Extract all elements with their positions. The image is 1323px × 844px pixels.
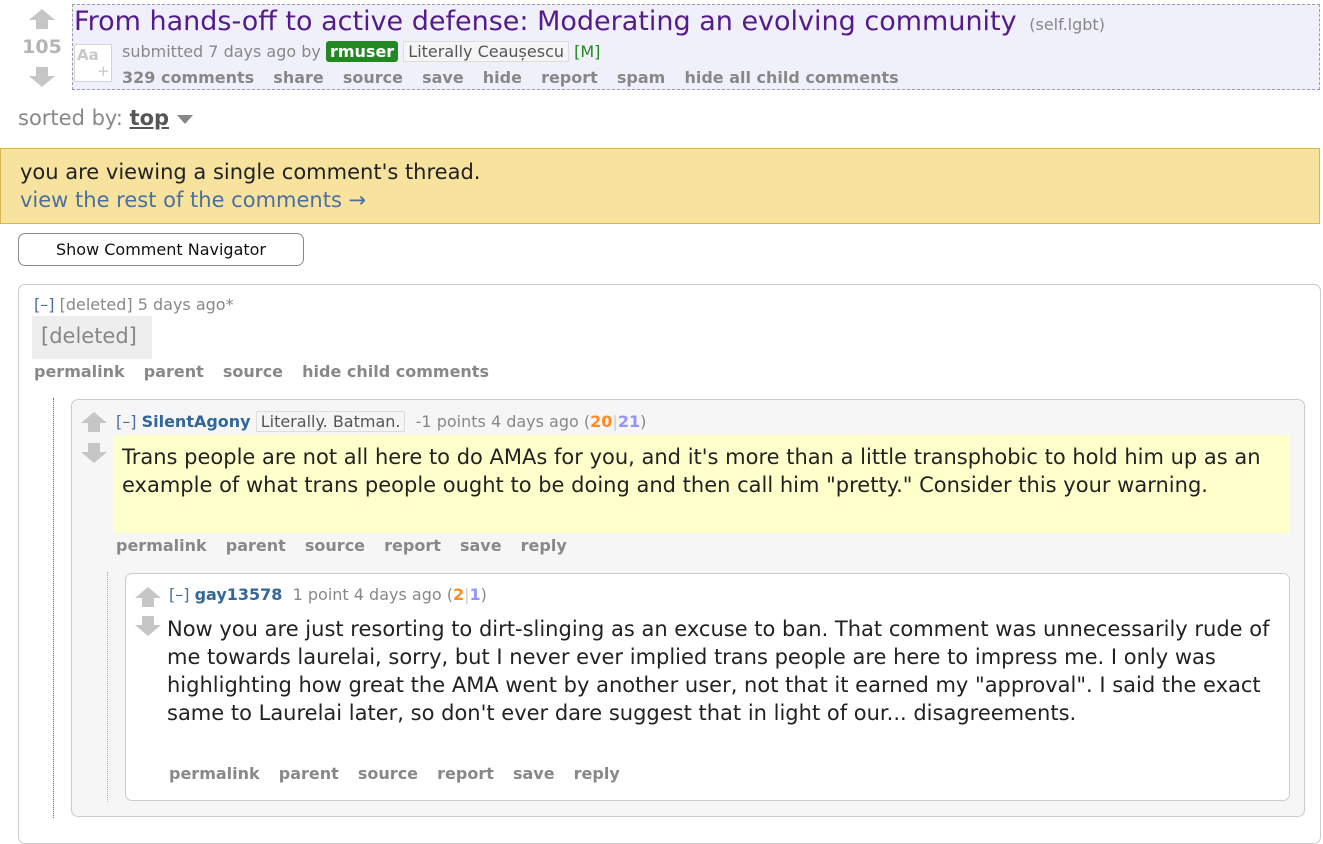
sort-label: sorted by: xyxy=(18,106,123,130)
single-thread-notice: you are viewing a single comment's threa… xyxy=(0,148,1320,224)
comment-body: [deleted] xyxy=(32,316,152,359)
comment-tagline: [–] [deleted] 5 days ago* xyxy=(34,295,234,314)
thread-guide-line[interactable] xyxy=(53,398,54,818)
collapse-toggle[interactable]: [–] xyxy=(34,295,54,314)
notice-text: you are viewing a single comment's threa… xyxy=(20,160,481,184)
downvote-arrow-icon[interactable] xyxy=(134,615,162,637)
share-link[interactable]: share xyxy=(273,68,323,87)
post-downvote-icon[interactable] xyxy=(28,66,56,88)
post-title-link[interactable]: From hands-off to active defense: Modera… xyxy=(74,6,1017,37)
save-link[interactable]: save xyxy=(422,68,464,87)
post-buttons: 329 comments share source save hide repo… xyxy=(122,68,913,87)
moderator-marker: [M] xyxy=(574,42,601,61)
show-comment-navigator-button[interactable]: Show Comment Navigator xyxy=(18,233,304,266)
downvote-arrow-icon[interactable] xyxy=(80,442,108,464)
comment-time: 5 days ago* xyxy=(137,295,234,314)
comment-points: 1 point xyxy=(292,585,349,604)
permalink-link[interactable]: permalink xyxy=(34,362,125,381)
expand-plus-icon: + xyxy=(97,62,110,80)
comment-author-link[interactable]: gay13578 xyxy=(195,585,283,604)
comment-body: Now you are just resorting to dirt-sling… xyxy=(167,617,1270,725)
self-post-thumbnail[interactable]: Aa + xyxy=(74,44,112,82)
comment-tagline: [–] SilentAgony Literally. Batman. -1 po… xyxy=(116,411,647,432)
report-link[interactable]: report xyxy=(541,68,598,87)
view-rest-link[interactable]: view the rest of the comments → xyxy=(20,188,366,212)
upvote-count: 2 xyxy=(453,585,465,604)
post-author-link[interactable]: rmuser xyxy=(325,41,399,62)
comment-buttons: permalink parent source report save repl… xyxy=(116,536,581,555)
comment-author-link[interactable]: SilentAgony xyxy=(142,412,251,431)
post-upvote-icon[interactable] xyxy=(28,8,56,30)
thread-guide-line[interactable] xyxy=(107,572,108,802)
upvote-count: 20 xyxy=(590,412,613,431)
comment-time: 4 days ago xyxy=(490,412,579,431)
reply-link[interactable]: reply xyxy=(521,536,567,555)
save-link[interactable]: save xyxy=(460,536,502,555)
upvote-arrow-icon[interactable] xyxy=(80,411,108,433)
post-score: 105 xyxy=(22,36,62,58)
downvote-count: 1 xyxy=(469,585,481,604)
sort-bar: sorted by: top xyxy=(18,106,194,130)
source-link[interactable]: source xyxy=(358,764,418,783)
author-flair: Literally. Batman. xyxy=(255,411,406,432)
upvote-arrow-icon[interactable] xyxy=(134,586,162,608)
vote-breakdown: (2|1) xyxy=(446,585,487,604)
hide-all-child-comments-link[interactable]: hide all child comments xyxy=(684,68,898,87)
collapse-toggle[interactable]: [–] xyxy=(169,585,189,604)
source-link[interactable]: source xyxy=(305,536,365,555)
report-link[interactable]: report xyxy=(437,764,494,783)
downvote-count: 21 xyxy=(617,412,641,431)
sort-dropdown[interactable]: top xyxy=(130,106,170,130)
comment-tagline: [–] gay13578 1 point 4 days ago (2|1) xyxy=(169,585,487,604)
permalink-link[interactable]: permalink xyxy=(116,536,207,555)
source-link[interactable]: source xyxy=(223,362,283,381)
submitted-text: submitted 7 days ago by xyxy=(122,42,321,61)
chevron-down-icon[interactable] xyxy=(176,113,194,125)
spam-link[interactable]: spam xyxy=(617,68,665,87)
source-link[interactable]: source xyxy=(343,68,403,87)
comment-time: 4 days ago xyxy=(353,585,442,604)
vote-breakdown: (20|21) xyxy=(583,412,647,431)
comment-author: [deleted] xyxy=(59,295,133,314)
comment-buttons: permalink parent source report save repl… xyxy=(169,764,634,783)
comments-count-link[interactable]: 329 comments xyxy=(122,68,254,87)
parent-link[interactable]: parent xyxy=(144,362,204,381)
save-link[interactable]: save xyxy=(513,764,555,783)
comment-buttons: permalink parent source hide child comme… xyxy=(34,362,503,381)
permalink-link[interactable]: permalink xyxy=(169,764,260,783)
hide-child-comments-link[interactable]: hide child comments xyxy=(302,362,489,381)
comment-body: Trans people are not all here to do AMAs… xyxy=(113,435,1290,533)
comment-points: -1 points xyxy=(415,412,486,431)
post-tagline: submitted 7 days ago by rmuser Literally… xyxy=(122,41,601,62)
author-flair: Literally Ceaușescu xyxy=(403,41,569,62)
reply-link[interactable]: reply xyxy=(574,764,620,783)
parent-link[interactable]: parent xyxy=(226,536,286,555)
report-link[interactable]: report xyxy=(384,536,441,555)
post-title-row: From hands-off to active defense: Modera… xyxy=(74,6,1105,37)
hide-link[interactable]: hide xyxy=(483,68,522,87)
thumbnail-label: Aa xyxy=(77,46,99,64)
collapse-toggle[interactable]: [–] xyxy=(116,412,136,431)
post-domain[interactable]: (self.lgbt) xyxy=(1029,15,1105,34)
parent-link[interactable]: parent xyxy=(279,764,339,783)
